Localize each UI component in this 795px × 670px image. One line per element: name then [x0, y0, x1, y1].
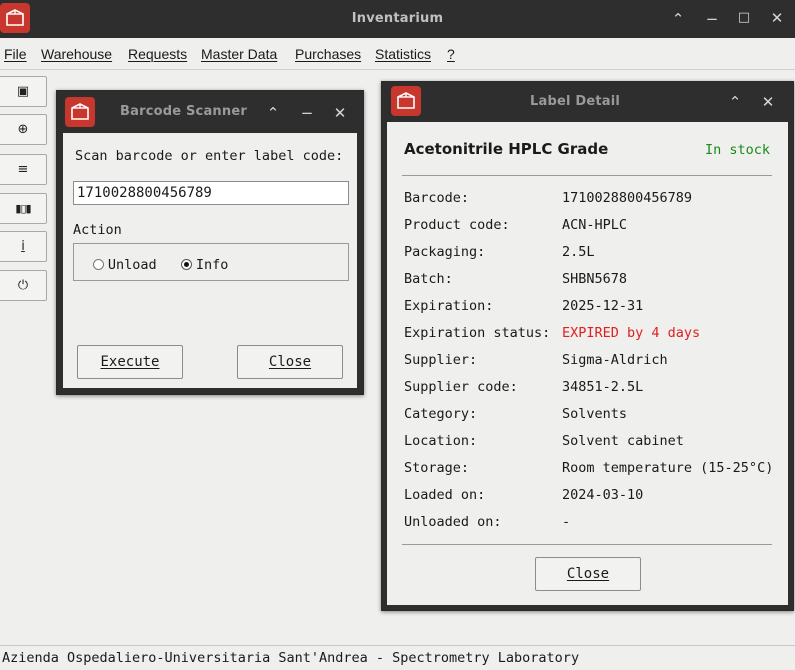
radio-unload-label: Unload — [107, 257, 157, 273]
scanner-close-button[interactable]: Close — [237, 345, 343, 379]
radio-unload-circle — [93, 259, 104, 270]
main-titlebar: Inventarium ⌃ − □ ✕ — [0, 0, 795, 38]
action-group: Unload Info — [73, 243, 349, 281]
barcode-scanner-dialog: Barcode Scanner ⌃ − ✕ Scan barcode or en… — [56, 90, 364, 395]
list-icon: ≡ — [17, 162, 29, 177]
barcode-icon: ▮▯▮ — [15, 202, 31, 215]
close-icon[interactable]: ✕ — [330, 103, 350, 123]
field-value: ACN-HPLC — [562, 217, 628, 233]
field-label: Storage: — [404, 460, 470, 476]
info-icon: i — [21, 239, 25, 254]
menu-statistics[interactable]: Statistics — [375, 46, 431, 62]
product-name: Acetonitrile HPLC Grade — [404, 140, 609, 158]
status-bar-text: Azienda Ospedaliero-Universitaria Sant'A… — [2, 650, 580, 666]
scan-square-icon: ▣ — [16, 84, 30, 99]
detail-close-button[interactable]: Close — [535, 557, 641, 591]
field-value: Solvents — [562, 406, 628, 422]
field-label: Location: — [404, 433, 478, 449]
detail-title: Label Detail — [530, 94, 621, 109]
field-value: SHBN5678 — [562, 271, 628, 287]
field-value: 2024-03-10 — [562, 487, 644, 503]
scanner-titlebar: Barcode Scanner ⌃ − ✕ — [57, 91, 363, 133]
header-divider — [402, 175, 772, 176]
minimize-icon[interactable]: − — [297, 103, 317, 123]
radio-info[interactable]: Info — [181, 256, 228, 273]
add-circle-icon: ⊕ — [17, 122, 29, 137]
radio-info-circle — [181, 259, 192, 270]
menu-file[interactable]: File — [4, 46, 27, 62]
field-value: Sigma-Aldrich — [562, 352, 668, 368]
field-value: 1710028800456789 — [562, 190, 693, 206]
toolbar-list-button[interactable]: ≡ — [0, 154, 47, 185]
label-detail-dialog: Label Detail ⌃ ✕ Acetonitrile HPLC Grade… — [381, 81, 794, 611]
field-label: Batch: — [404, 271, 453, 287]
radio-info-label: Info — [195, 257, 229, 273]
expiration-status-value: EXPIRED by 4 days — [562, 325, 701, 341]
field-value: - — [562, 514, 571, 530]
maximize-up-icon[interactable]: ⌃ — [668, 9, 688, 29]
field-label: Category: — [404, 406, 478, 422]
maximize-up-icon[interactable]: ⌃ — [725, 92, 745, 112]
close-icon[interactable]: ✕ — [758, 92, 778, 112]
menu-purchases[interactable]: Purchases — [295, 46, 361, 62]
menu-master-data[interactable]: Master Data — [201, 46, 277, 62]
field-value: 2025-12-31 — [562, 298, 644, 314]
field-label: Expiration status: — [404, 325, 551, 341]
field-label: Unloaded on: — [404, 514, 502, 530]
menu-warehouse[interactable]: Warehouse — [41, 46, 112, 62]
scanner-close-label: Close — [268, 354, 312, 370]
menu-bar: File Warehouse Requests Master Data Purc… — [0, 38, 795, 70]
field-value: 2.5L — [562, 244, 595, 260]
field-value: Solvent cabinet — [562, 433, 684, 449]
label-code-input[interactable]: 1710028800456789 — [73, 181, 349, 205]
toolbar-exit-button[interactable]: ⏻ — [0, 270, 47, 301]
scanner-title: Barcode Scanner — [120, 104, 247, 119]
app-box-icon — [65, 97, 95, 127]
field-value: 34851-2.5L — [562, 379, 644, 395]
field-label: Supplier code: — [404, 379, 518, 395]
menu-requests[interactable]: Requests — [128, 46, 187, 62]
minimize-icon[interactable]: − — [702, 9, 722, 29]
scan-prompt-label: Scan barcode or enter label code: — [75, 148, 344, 164]
footer-divider — [402, 544, 772, 545]
field-label: Supplier: — [404, 352, 478, 368]
field-label: Product code: — [404, 217, 510, 233]
toolbar-info-button[interactable]: i — [0, 231, 47, 262]
field-value: Room temperature (15-25°C) — [562, 460, 774, 476]
execute-button-label: Execute — [100, 354, 160, 370]
detail-titlebar: Label Detail ⌃ ✕ — [382, 82, 793, 122]
field-label: Barcode: — [404, 190, 470, 206]
power-icon: ⏻ — [17, 278, 29, 293]
close-icon[interactable]: ✕ — [767, 8, 787, 28]
toolbar-add-button[interactable]: ⊕ — [0, 114, 47, 145]
detail-close-label: Close — [566, 566, 610, 582]
field-label: Packaging: — [404, 244, 486, 260]
field-label: Expiration: — [404, 298, 494, 314]
label-code-value: 1710028800456789 — [77, 185, 212, 201]
app-box-icon — [391, 86, 421, 116]
action-label: Action — [73, 222, 122, 238]
field-label: Loaded on: — [404, 487, 486, 503]
restore-icon[interactable]: □ — [734, 8, 754, 28]
radio-unload[interactable]: Unload — [93, 256, 157, 273]
toolbar-barcode-button[interactable]: ▮▯▮ — [0, 193, 47, 224]
stock-status-badge: In stock — [704, 142, 770, 158]
toolbar-scan-button[interactable]: ▣ — [0, 76, 47, 107]
maximize-up-icon[interactable]: ⌃ — [263, 103, 283, 123]
status-bar: Azienda Ospedaliero-Universitaria Sant'A… — [0, 645, 795, 670]
menu-help[interactable]: ? — [447, 46, 455, 62]
execute-button[interactable]: Execute — [77, 345, 183, 379]
